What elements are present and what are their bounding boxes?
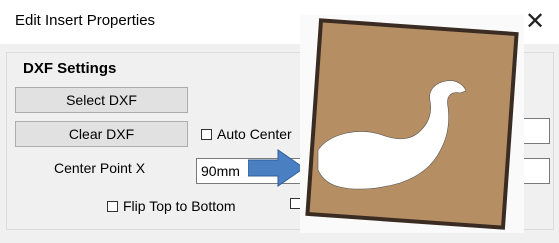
center-point-x-label: Center Point X: [54, 160, 146, 176]
checkbox-box[interactable]: [201, 128, 212, 140]
clear-dxf-button[interactable]: Clear DXF: [15, 121, 188, 147]
auto-center-checkbox[interactable]: Auto Center: [201, 126, 292, 142]
flip-top-to-bottom-checkbox[interactable]: Flip Top to Bottom: [107, 198, 236, 214]
auto-center-label: Auto Center: [217, 126, 292, 142]
arrow-icon: [247, 148, 306, 191]
select-dxf-button[interactable]: Select DXF: [15, 87, 188, 113]
checkbox-box[interactable]: [107, 200, 118, 212]
close-icon[interactable]: ✕: [520, 6, 550, 36]
dxf-preview-image: [300, 15, 524, 233]
flip-top-to-bottom-label: Flip Top to Bottom: [123, 198, 236, 214]
dxf-settings-title: DXF Settings: [20, 60, 120, 77]
window-title: Edit Insert Properties: [15, 12, 156, 29]
